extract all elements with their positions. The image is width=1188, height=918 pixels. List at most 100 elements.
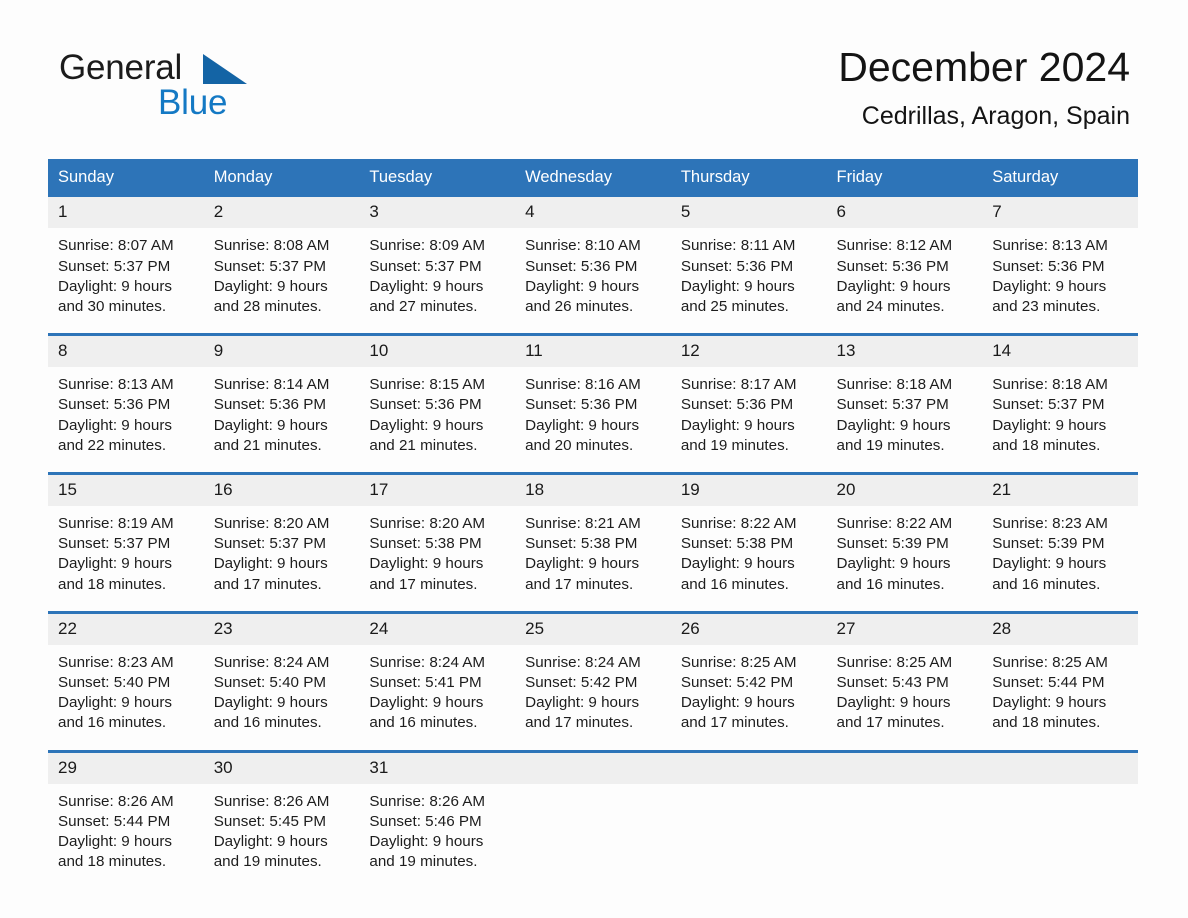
sunset-text: Sunset: 5:37 PM [836,396,949,414]
day-cell[interactable]: Sunrise: 8:26 AM Sunset: 5:46 PM Dayligh… [359,783,516,889]
day-number[interactable]: 2 [203,197,360,229]
day-cell[interactable]: Sunrise: 8:13 AM Sunset: 5:36 PM Dayligh… [982,228,1138,335]
day-number[interactable]: 16 [203,471,360,506]
day-number[interactable]: 29 [48,749,204,784]
daylight-text-line2: and 16 minutes. [58,714,167,732]
day-cell[interactable]: Sunrise: 8:13 AM Sunset: 5:36 PM Dayligh… [48,367,204,474]
day-number[interactable]: 27 [826,610,983,645]
sunrise-text: Sunrise: 8:18 AM [836,376,953,394]
sunset-text: Sunset: 5:38 PM [369,535,482,553]
sunset-text: Sunset: 5:44 PM [58,812,171,830]
day-cell[interactable]: Sunrise: 8:24 AM Sunset: 5:42 PM Dayligh… [515,644,671,752]
day-number[interactable]: 17 [359,471,516,506]
day-number[interactable]: 5 [670,197,827,229]
day-cell[interactable]: Sunrise: 8:20 AM Sunset: 5:38 PM Dayligh… [359,505,516,613]
day-cell[interactable]: Sunrise: 8:23 AM Sunset: 5:40 PM Dayligh… [48,644,204,752]
day-cell[interactable]: Sunrise: 8:24 AM Sunset: 5:41 PM Dayligh… [359,644,516,752]
daylight-text-line2: and 20 minutes. [525,436,634,454]
day-cell[interactable]: Sunrise: 8:21 AM Sunset: 5:38 PM Dayligh… [515,505,671,613]
day-number[interactable]: 8 [48,333,204,368]
day-cell[interactable]: Sunrise: 8:08 AM Sunset: 5:37 PM Dayligh… [203,228,360,335]
day-number[interactable]: 19 [670,471,827,506]
daylight-text-line2: and 28 minutes. [213,297,322,315]
day-cell[interactable]: Sunrise: 8:22 AM Sunset: 5:38 PM Dayligh… [670,505,827,613]
day-number[interactable]: 7 [982,197,1138,229]
day-number[interactable]: 28 [982,610,1138,645]
sunrise-text: Sunrise: 8:17 AM [680,376,797,394]
day-cell[interactable]: Sunrise: 8:19 AM Sunset: 5:37 PM Dayligh… [48,505,204,613]
day-cell[interactable]: Sunrise: 8:24 AM Sunset: 5:40 PM Dayligh… [203,644,360,752]
day-number[interactable]: 1 [48,197,204,229]
day-number[interactable]: 25 [515,610,671,645]
day-cell[interactable]: Sunrise: 8:11 AM Sunset: 5:36 PM Dayligh… [670,228,827,335]
day-number[interactable]: 30 [203,749,360,784]
day-cell[interactable]: Sunrise: 8:12 AM Sunset: 5:36 PM Dayligh… [826,228,983,335]
sunrise-text: Sunrise: 8:25 AM [992,653,1108,671]
sunrise-text: Sunrise: 8:13 AM [58,376,174,394]
sunrise-text: Sunrise: 8:13 AM [992,237,1108,255]
sunrise-text: Sunrise: 8:14 AM [213,376,330,394]
day-number[interactable]: 9 [203,333,360,368]
day-cell[interactable]: Sunrise: 8:07 AM Sunset: 5:37 PM Dayligh… [48,228,204,335]
sunset-text: Sunset: 5:37 PM [369,257,482,275]
daylight-text-line2: and 23 minutes. [992,297,1101,315]
day-number[interactable]: 20 [826,471,983,506]
daylight-text-line2: and 18 minutes. [58,853,167,871]
sunrise-text: Sunrise: 8:12 AM [836,237,953,255]
logo-text-general: General [59,48,183,87]
day-cell[interactable]: Sunrise: 8:18 AM Sunset: 5:37 PM Dayligh… [982,367,1138,474]
day-number[interactable]: 18 [515,471,671,506]
day-number[interactable]: 26 [670,610,827,645]
day-number[interactable]: 10 [359,333,516,368]
day-cell[interactable]: Sunrise: 8:10 AM Sunset: 5:36 PM Dayligh… [515,228,671,335]
daylight-text-line1: Daylight: 9 hours [680,555,795,573]
sunset-text: Sunset: 5:36 PM [58,396,171,414]
daylight-text-line1: Daylight: 9 hours [525,416,640,434]
day-number[interactable]: 23 [203,610,360,645]
sunset-text: Sunset: 5:36 PM [680,257,794,275]
day-cell[interactable]: Sunrise: 8:15 AM Sunset: 5:36 PM Dayligh… [359,367,516,474]
sunrise-text: Sunrise: 8:20 AM [213,514,330,532]
sunrise-text: Sunrise: 8:26 AM [213,792,330,810]
day-number[interactable]: 14 [982,333,1138,368]
sunrise-text: Sunrise: 8:23 AM [58,653,174,671]
weekday-header-saturday: Saturday [982,159,1138,198]
day-number[interactable]: 4 [515,197,671,229]
day-number[interactable]: 21 [982,471,1138,506]
day-cell[interactable]: Sunrise: 8:14 AM Sunset: 5:36 PM Dayligh… [203,367,360,474]
day-cell[interactable]: Sunrise: 8:17 AM Sunset: 5:36 PM Dayligh… [670,367,827,474]
day-number[interactable]: 24 [359,610,516,645]
daylight-text-line2: and 24 minutes. [836,297,945,315]
sunset-text: Sunset: 5:43 PM [836,673,949,691]
week-info-row: Sunrise: 8:13 AM Sunset: 5:36 PM Dayligh… [48,367,1138,474]
day-cell[interactable]: Sunrise: 8:18 AM Sunset: 5:37 PM Dayligh… [826,367,983,474]
daylight-text-line1: Daylight: 9 hours [680,694,795,712]
title-block: December 2024 Cedrillas, Aragon, Spain [838,44,1130,129]
daylight-text-line1: Daylight: 9 hours [369,694,484,712]
day-number[interactable]: 11 [515,333,671,368]
day-number[interactable]: 3 [359,197,516,229]
day-cell[interactable]: Sunrise: 8:25 AM Sunset: 5:42 PM Dayligh… [670,644,827,752]
week-info-row: Sunrise: 8:19 AM Sunset: 5:37 PM Dayligh… [48,505,1138,613]
day-number[interactable]: 22 [48,610,204,645]
daylight-text-line2: and 16 minutes. [213,714,322,732]
day-number[interactable]: 31 [359,749,516,784]
day-cell[interactable]: Sunrise: 8:25 AM Sunset: 5:44 PM Dayligh… [982,644,1138,752]
day-cell[interactable]: Sunrise: 8:25 AM Sunset: 5:43 PM Dayligh… [826,644,983,752]
day-cell[interactable]: Sunrise: 8:09 AM Sunset: 5:37 PM Dayligh… [359,228,516,335]
daylight-text-line2: and 17 minutes. [525,714,634,732]
day-cell[interactable]: Sunrise: 8:26 AM Sunset: 5:44 PM Dayligh… [48,783,204,889]
day-number[interactable]: 13 [826,333,983,368]
day-cell[interactable]: Sunrise: 8:26 AM Sunset: 5:45 PM Dayligh… [203,783,360,889]
generalblue-logo[interactable]: General Blue [57,44,317,120]
day-cell[interactable]: Sunrise: 8:16 AM Sunset: 5:36 PM Dayligh… [515,367,671,474]
day-cell[interactable]: Sunrise: 8:20 AM Sunset: 5:37 PM Dayligh… [203,505,360,613]
day-cell[interactable]: Sunrise: 8:23 AM Sunset: 5:39 PM Dayligh… [982,505,1138,613]
daylight-text-line2: and 18 minutes. [992,714,1101,732]
day-number[interactable]: 12 [670,333,827,368]
day-number[interactable]: 15 [48,471,204,506]
sunrise-text: Sunrise: 8:20 AM [369,514,486,532]
day-number[interactable]: 6 [826,197,983,229]
day-cell[interactable]: Sunrise: 8:22 AM Sunset: 5:39 PM Dayligh… [826,505,983,613]
daylight-text-line2: and 17 minutes. [680,714,789,732]
